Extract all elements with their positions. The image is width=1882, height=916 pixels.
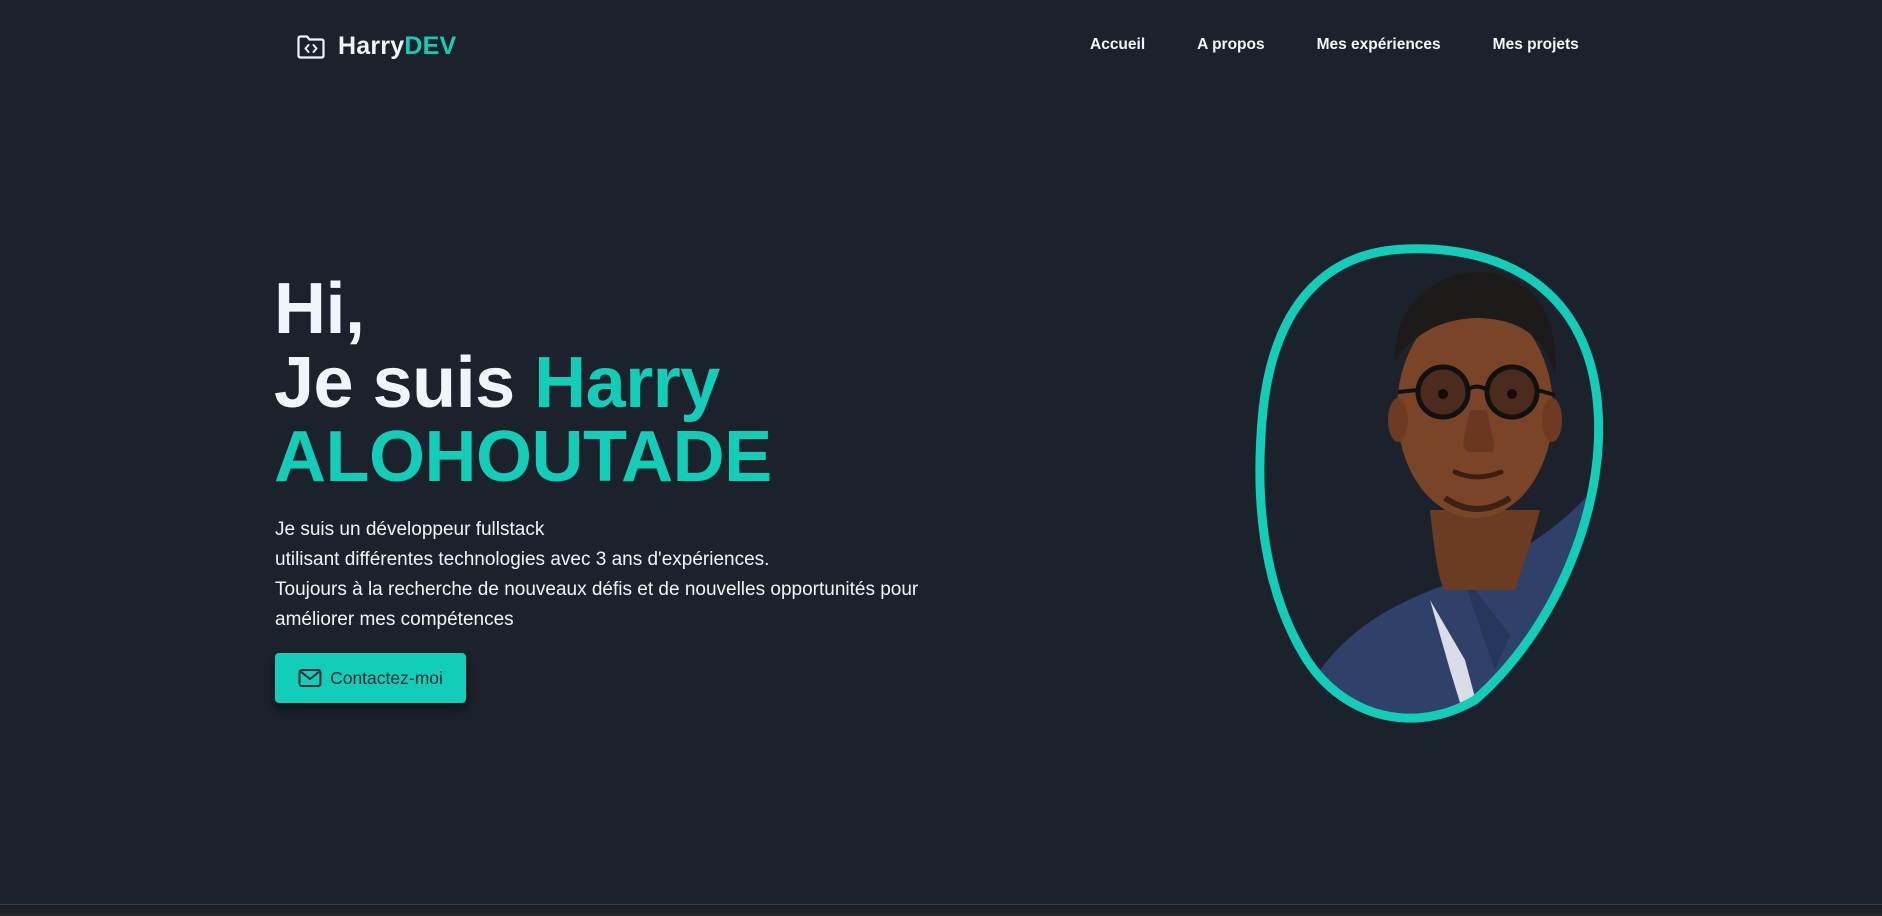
hero-last-name: ALOHOUTADE — [274, 417, 772, 497]
brand-name: HarryDEV — [338, 32, 456, 61]
hero-description-line: Toujours à la recherche de nouveaux défi… — [275, 579, 919, 600]
nav-item-experiences[interactable]: Mes expériences — [1317, 36, 1441, 54]
hero-description-line: Je suis un développeur fullstack — [275, 519, 545, 540]
bottom-scrollbar-strip — [0, 904, 1882, 916]
hero-greeting: Hi, — [274, 269, 365, 349]
nav-item-a-propos[interactable]: A propos — [1197, 36, 1264, 54]
hero-description-line: utilisant différentes technologies avec … — [275, 549, 770, 570]
brand-logo[interactable]: HarryDEV — [296, 32, 456, 61]
contact-button[interactable]: Contactez-moi — [275, 653, 466, 703]
contact-button-label: Contactez-moi — [330, 667, 443, 688]
nav-item-projets[interactable]: Mes projets — [1493, 36, 1579, 54]
hero-intro: Je suis — [274, 343, 535, 423]
hero-description-line: améliorer mes compétences — [275, 609, 514, 630]
page: HarryDEV Accueil A propos Mes expérience… — [0, 0, 1882, 916]
profile-photo — [1255, 240, 1610, 735]
hero-first-name: Harry — [534, 343, 720, 423]
main-nav: Accueil A propos Mes expériences Mes pro… — [1090, 36, 1579, 54]
brand-name-main: Harry — [338, 32, 405, 60]
mail-icon — [298, 668, 322, 688]
hero-description: Je suis un développeur fullstack utilisa… — [275, 515, 995, 635]
hero-title: Hi, Je suis Harry ALOHOUTADE — [274, 272, 772, 494]
brand-name-accent: DEV — [404, 32, 457, 60]
nav-item-accueil[interactable]: Accueil — [1090, 36, 1145, 54]
folder-code-icon — [296, 34, 326, 60]
